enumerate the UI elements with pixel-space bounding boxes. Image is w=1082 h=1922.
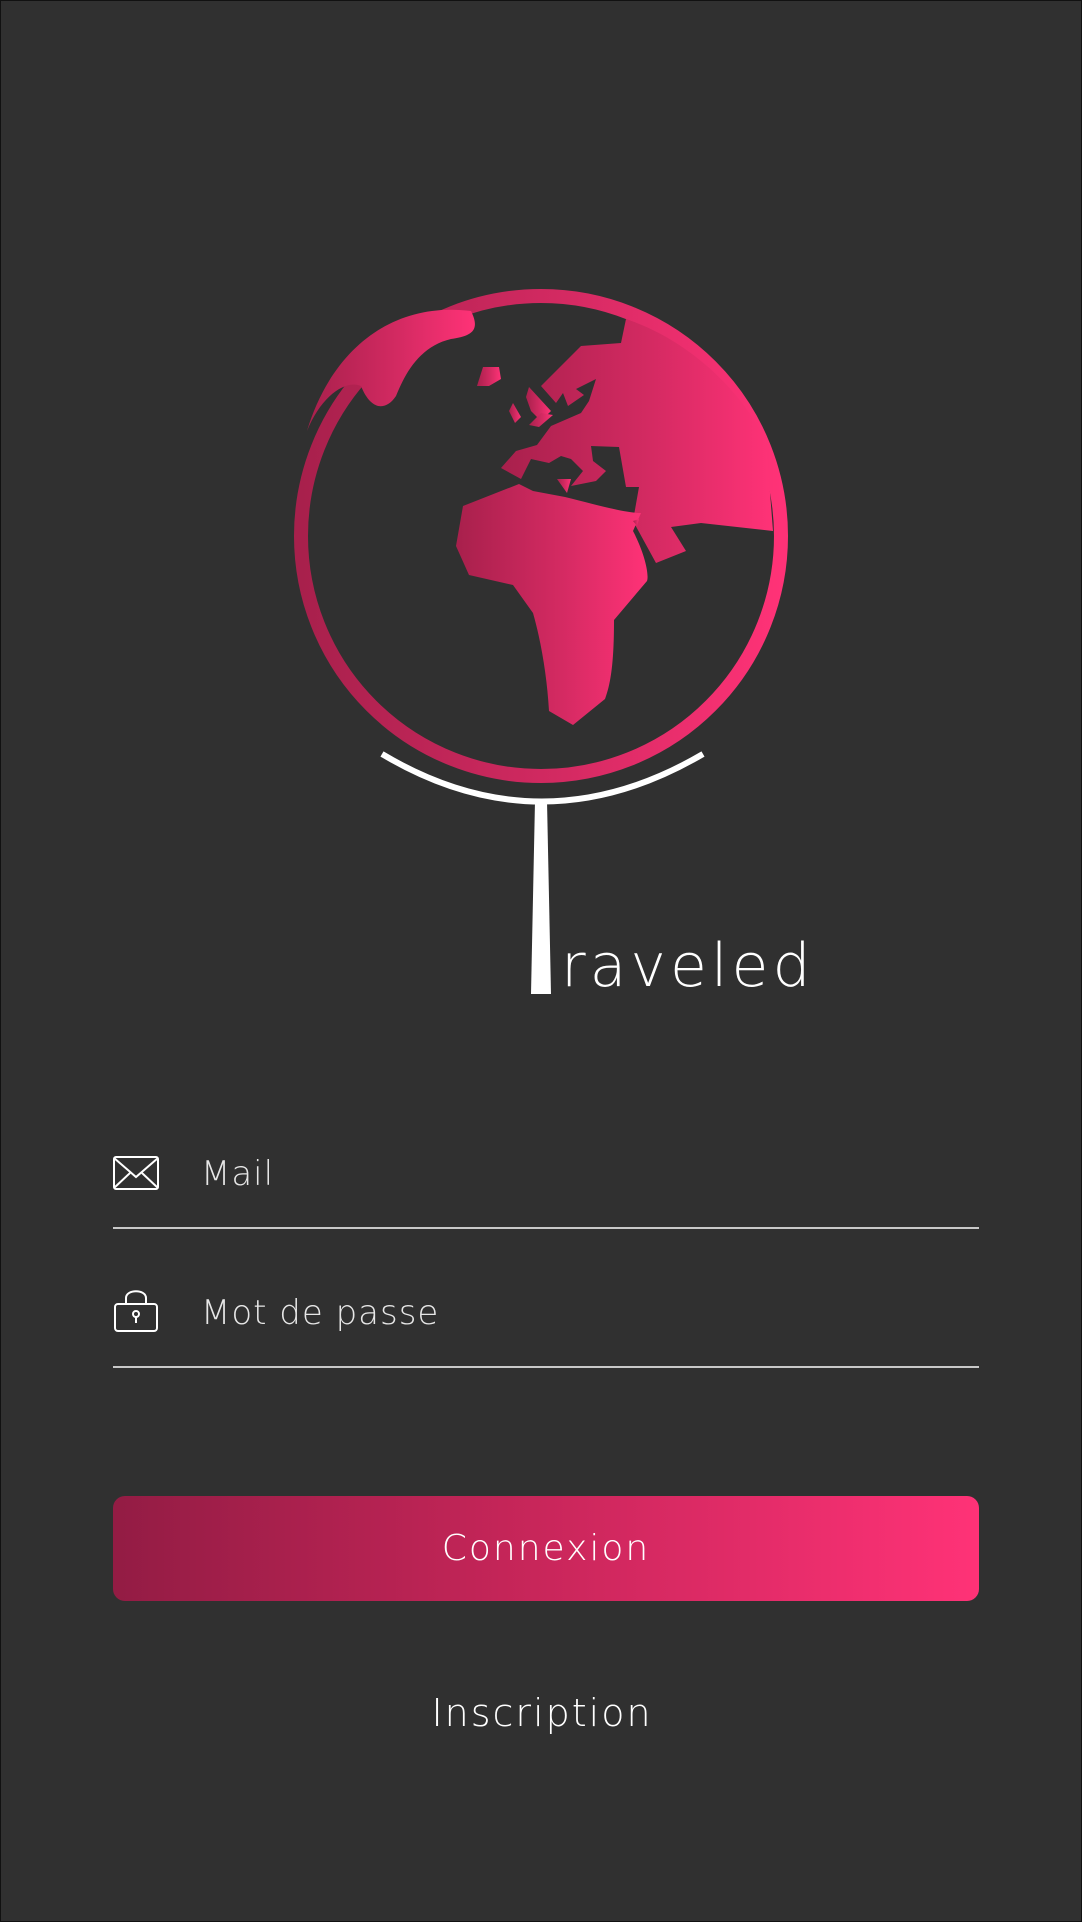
login-screen: raveled Connexion Inscription <box>0 0 1082 1922</box>
password-divider <box>113 1366 979 1368</box>
password-input[interactable] <box>201 1278 971 1348</box>
envelope-icon <box>113 1156 159 1190</box>
email-divider <box>113 1227 979 1229</box>
lock-icon <box>114 1290 158 1332</box>
login-button[interactable]: Connexion <box>113 1496 979 1601</box>
password-field-row <box>113 1278 979 1368</box>
email-field-row <box>113 1139 979 1229</box>
signup-link[interactable]: Inscription <box>1 1691 1082 1735</box>
globe-logo <box>294 289 788 994</box>
email-input[interactable] <box>201 1139 971 1209</box>
app-wordmark: raveled <box>561 931 815 1001</box>
